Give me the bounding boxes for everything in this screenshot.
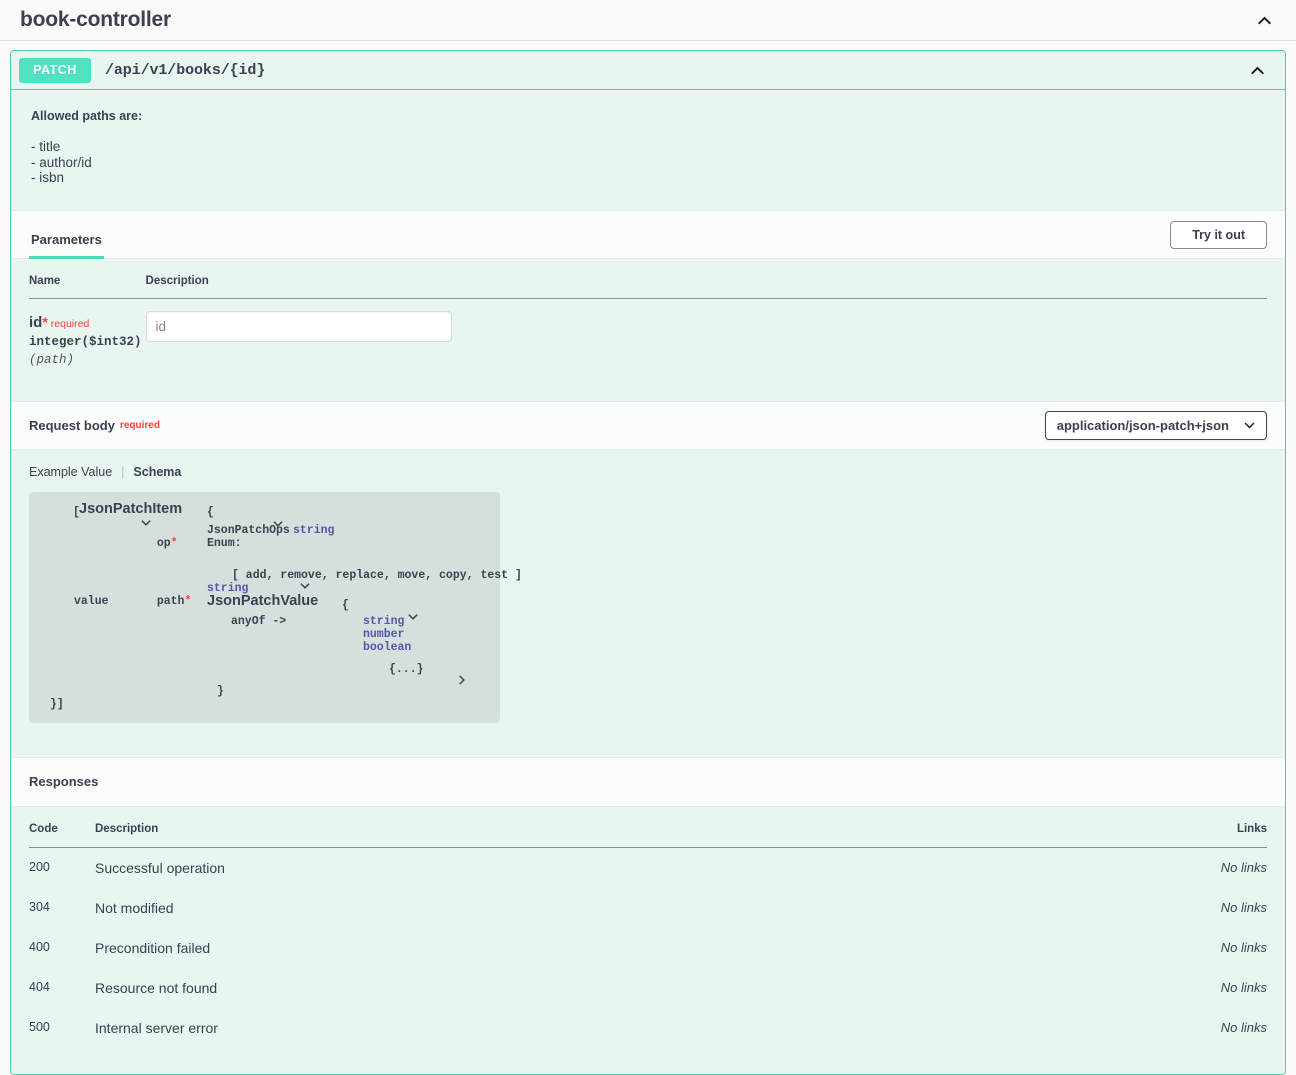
allowed-path-item: - author/id xyxy=(31,154,92,170)
parameter-name: id xyxy=(29,313,43,331)
operation-block-patch-books-id: PATCH /api/v1/books/{id} Allowed paths a… xyxy=(10,50,1286,1075)
table-row: id* required integer($int32) (path) xyxy=(29,298,1267,383)
schema-anyof-row: anyOf -> string xyxy=(43,614,486,628)
column-header-code: Code xyxy=(29,822,95,848)
response-description: Internal server error xyxy=(95,1019,218,1036)
tag-header[interactable]: book-controller xyxy=(0,0,1296,41)
response-links: No links xyxy=(1220,859,1267,875)
schema-collapsed-object-row: {...} xyxy=(43,661,486,685)
table-row: 200 Successful operation No links xyxy=(29,847,1267,888)
tab-parameters[interactable]: Parameters xyxy=(29,232,104,259)
schema-nested-open-brace: { xyxy=(342,598,349,612)
table-row: 500 Internal server error No links xyxy=(29,1008,1267,1048)
try-it-out-button[interactable]: Try it out xyxy=(1170,220,1267,249)
schema-spacer xyxy=(43,675,486,684)
schema-root-row: [ JsonPatchItem { xyxy=(43,500,486,527)
operation-summary-bar[interactable]: PATCH /api/v1/books/{id} xyxy=(11,51,1285,90)
parameter-type: integer($int32) xyxy=(29,334,142,349)
response-links: No links xyxy=(1220,979,1267,995)
request-body-header-bar: Request body required application/json-p… xyxy=(11,400,1285,450)
response-code: 400 xyxy=(29,939,50,954)
chevron-down-icon xyxy=(1244,422,1255,428)
schema-prop-name: value xyxy=(74,594,109,608)
responses-table-header-row: Code Description Links xyxy=(29,822,1267,848)
request-body-area: Example Value | Schema [ JsonPatchItem { xyxy=(11,449,1285,757)
schema-model-name: JsonPatchItem xyxy=(79,500,183,517)
tag-collapse-chevron-up-icon[interactable] xyxy=(1254,10,1274,30)
response-code: 304 xyxy=(29,899,50,914)
schema-array-close: }] xyxy=(50,697,64,711)
response-description: Successful operation xyxy=(95,859,225,876)
response-description: Precondition failed xyxy=(95,939,211,956)
parameter-location: (path) xyxy=(29,352,75,367)
response-description: Not modified xyxy=(95,899,174,916)
schema-nested-model-name: JsonPatchValue xyxy=(207,592,319,609)
response-links: No links xyxy=(1220,899,1267,915)
content-type-value: application/json-patch+json xyxy=(1056,417,1229,433)
schema-open-brace: { xyxy=(207,505,214,519)
example-schema-tabs: Example Value | Schema xyxy=(29,465,1267,479)
http-method-badge: PATCH xyxy=(19,57,91,83)
parameter-input-cell xyxy=(145,298,1267,383)
allowed-paths-list: - title - author/id - isbn xyxy=(31,139,1265,186)
allowed-path-item: - title xyxy=(31,139,61,154)
column-header-description: Description xyxy=(145,274,1267,299)
allowed-path-item: - isbn xyxy=(31,170,65,185)
content-type-select[interactable]: application/json-patch+json xyxy=(1044,410,1267,440)
schema-prop-value-row: value JsonPatchValue { xyxy=(43,592,486,620)
schema-nested-close-row: } xyxy=(43,684,486,698)
parameters-header-bar: Parameters Try it out xyxy=(11,209,1285,259)
responses-table-area: Code Description Links 200 Successful op… xyxy=(11,806,1285,1074)
schema-enum-values-row: [ add, remove, replace, move, copy, test… xyxy=(43,567,522,589)
tab-schema[interactable]: Schema xyxy=(133,465,181,479)
parameter-meta-cell: id* required integer($int32) (path) xyxy=(29,298,146,383)
schema-array-close-row: }] xyxy=(43,697,486,711)
operation-collapse-chevron-up-icon[interactable] xyxy=(1247,60,1267,80)
response-code: 404 xyxy=(29,979,50,994)
parameters-table-header-row: Name Description xyxy=(29,274,1267,299)
schema-tree: [ JsonPatchItem { op* JsonPatchOps strin… xyxy=(29,491,522,723)
column-header-description: Description xyxy=(95,822,1147,848)
column-header-links: Links xyxy=(1147,822,1267,848)
schema-spacer xyxy=(43,549,486,567)
response-description: Resource not found xyxy=(95,979,218,996)
parameters-table-area: Name Description id* required integer($in… xyxy=(11,258,1285,401)
operation-description: Allowed paths are: - title - author/id -… xyxy=(11,90,1285,210)
responses-header-bar: Responses xyxy=(11,756,1285,807)
required-label: required xyxy=(50,317,90,330)
schema-anyof-row: number xyxy=(43,627,486,641)
schema-enum-label-row: Enum: xyxy=(43,536,486,550)
table-row: 404 Resource not found No links xyxy=(29,968,1267,1008)
schema-spacer xyxy=(43,653,486,661)
schema-prop-path-row: path* string xyxy=(43,581,486,608)
schema-anyof-row: boolean xyxy=(43,640,486,654)
request-body-title: Request body xyxy=(29,417,115,433)
parameter-id-input[interactable] xyxy=(145,310,452,342)
parameters-table: Name Description id* required integer($in… xyxy=(29,274,1267,383)
allowed-paths-heading: Allowed paths are: xyxy=(31,109,143,123)
response-code: 200 xyxy=(29,859,50,874)
required-star-icon: * xyxy=(42,313,48,330)
responses-table: Code Description Links 200 Successful op… xyxy=(29,822,1267,1048)
page-title: book-controller xyxy=(20,8,172,31)
tab-example-value[interactable]: Example Value xyxy=(29,465,112,479)
table-row: 400 Precondition failed No links xyxy=(29,928,1267,968)
operation-path: /api/v1/books/{id} xyxy=(105,61,266,79)
request-body-required-label: required xyxy=(119,419,160,431)
responses-table-body: 200 Successful operation No links 304 No… xyxy=(29,847,1267,1048)
parameter-name-line: id* required xyxy=(29,313,142,333)
tab-divider: | xyxy=(121,464,125,479)
book-controller-tag-section: book-controller PATCH /api/v1/books/{id}… xyxy=(0,0,1296,1075)
responses-title: Responses xyxy=(29,774,99,789)
response-links: No links xyxy=(1220,939,1267,955)
schema-prop-op-row: op* JsonPatchOps string xyxy=(43,523,486,550)
table-row: 304 Not modified No links xyxy=(29,888,1267,928)
response-links: No links xyxy=(1220,1019,1267,1035)
column-header-name: Name xyxy=(29,274,146,299)
response-code: 500 xyxy=(29,1019,50,1034)
